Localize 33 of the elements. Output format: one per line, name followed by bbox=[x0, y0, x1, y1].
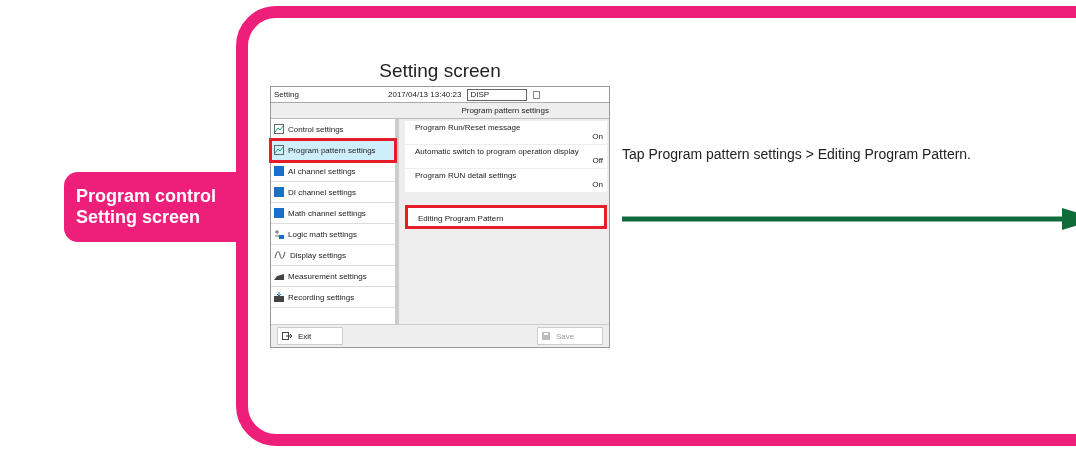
date-time: 2017/04/13 13:40:23 bbox=[388, 90, 462, 99]
status-field: DISP bbox=[467, 88, 528, 101]
sidebar-item[interactable]: AI channel settings bbox=[271, 161, 395, 182]
chart-icon bbox=[274, 145, 284, 155]
setting-label: Program Run/Reset message bbox=[415, 123, 522, 132]
save-icon bbox=[542, 332, 550, 340]
setting-row[interactable]: Automatic switch to program operation display Off bbox=[405, 145, 607, 168]
chart-icon bbox=[274, 124, 284, 134]
exit-icon bbox=[282, 332, 292, 340]
setting-row[interactable]: Program Run/Reset message On bbox=[405, 121, 607, 144]
channel-icon bbox=[274, 208, 284, 218]
setting-label: Automatic switch to program operation display bbox=[415, 147, 580, 156]
meter-icon bbox=[274, 272, 284, 280]
breadcrumb: Program pattern settings bbox=[461, 106, 549, 115]
screen-caption: Setting screen bbox=[379, 60, 501, 82]
logic-icon bbox=[274, 229, 284, 239]
channel-icon bbox=[274, 187, 284, 197]
setting-value: Off bbox=[592, 156, 603, 165]
recorder-icon bbox=[274, 292, 284, 302]
setting-label: Editing Program Pattern bbox=[418, 213, 505, 223]
section-label: Program control Setting screen bbox=[64, 172, 236, 242]
sidebar-item[interactable]: Program pattern settings bbox=[271, 140, 395, 161]
instruction-text: Tap Program pattern settings > Editing Program Pattern. bbox=[622, 146, 972, 162]
document-icon bbox=[533, 90, 541, 99]
screen-button[interactable]: Exit bbox=[277, 327, 343, 345]
setting-row[interactable]: Program RUN detail settings On bbox=[405, 169, 607, 192]
wave-icon bbox=[274, 250, 286, 260]
screen-title: Setting bbox=[274, 90, 300, 99]
setting-value: On bbox=[592, 180, 603, 189]
channel-icon bbox=[274, 166, 284, 176]
setting-label: Program RUN detail settings bbox=[415, 171, 518, 180]
setting-value: On bbox=[592, 132, 603, 141]
setting-row[interactable]: Editing Program Pattern bbox=[405, 205, 607, 229]
